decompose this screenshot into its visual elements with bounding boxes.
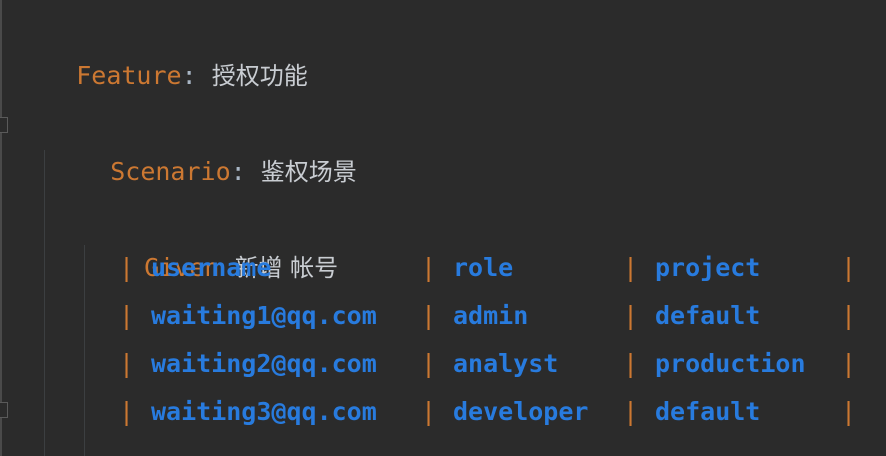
table-pipe: |	[119, 301, 135, 330]
scenario-title: 鉴权场景	[260, 158, 357, 186]
table-pipe: |	[841, 253, 857, 282]
table-pipe: |	[421, 253, 437, 282]
feature-colon: :	[181, 61, 197, 90]
table-cell-role: analyst	[453, 349, 559, 378]
scenario-line[interactable]: Scenario: 鉴权场景	[50, 100, 357, 186]
table-cell-username: username	[151, 253, 272, 282]
table-pipe: |	[841, 349, 857, 378]
scenario-colon: :	[230, 157, 246, 186]
table-cell-username: waiting1@qq.com	[151, 301, 377, 330]
table-cell-role: admin	[453, 301, 529, 330]
feature-keyword: Feature	[76, 61, 182, 90]
table-pipe: |	[421, 397, 437, 426]
table-cell-role: role	[453, 253, 514, 282]
table-pipe: |	[119, 397, 135, 426]
table-cell-project: default	[655, 397, 761, 426]
given-step-line[interactable]: Given 新增 帐号	[84, 196, 338, 282]
table-pipe: |	[119, 253, 135, 282]
scenario-keyword: Scenario	[110, 157, 231, 186]
fold-icon[interactable]	[0, 117, 8, 133]
table-pipe: |	[623, 301, 639, 330]
table-pipe: |	[841, 301, 857, 330]
table-pipe: |	[623, 349, 639, 378]
table-cell-username: waiting3@qq.com	[151, 397, 377, 426]
feature-title: 授权功能	[211, 62, 308, 90]
table-pipe: |	[421, 301, 437, 330]
table-row[interactable]: | waiting1@qq.com | admin | default |	[0, 292, 886, 340]
code-editor[interactable]: Feature: 授权功能 Scenario: 鉴权场景 Given 新增 帐号…	[0, 0, 886, 456]
table-pipe: |	[623, 397, 639, 426]
table-cell-project: production	[655, 349, 806, 378]
table-pipe: |	[421, 349, 437, 378]
table-pipe: |	[841, 397, 857, 426]
table-row[interactable]: | username | role | project |	[0, 244, 886, 292]
table-cell-role: developer	[453, 397, 589, 426]
table-row[interactable]: | waiting3@qq.com | developer | default …	[0, 388, 886, 436]
table-pipe: |	[623, 253, 639, 282]
table-cell-project: project	[655, 253, 761, 282]
table-cell-username: waiting2@qq.com	[151, 349, 377, 378]
feature-line[interactable]: Feature: 授权功能	[16, 4, 307, 90]
table-pipe: |	[119, 349, 135, 378]
table-cell-project: default	[655, 301, 761, 330]
table-row[interactable]: | waiting2@qq.com | analyst | production…	[0, 340, 886, 388]
